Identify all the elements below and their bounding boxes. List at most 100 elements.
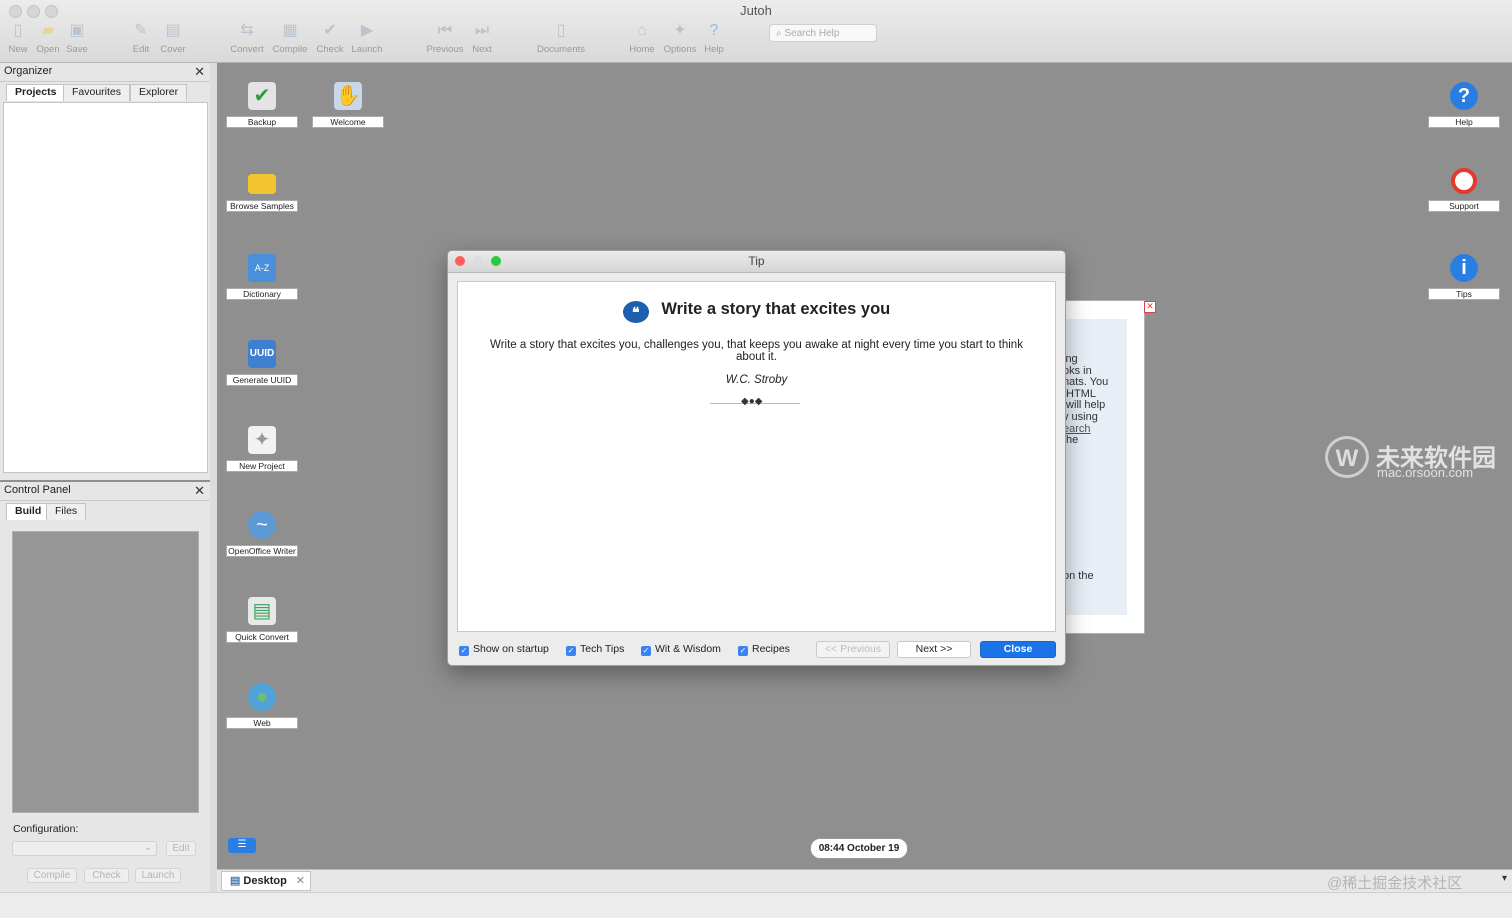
info-icon: i — [1450, 254, 1478, 282]
tab-list-dropdown[interactable]: ▾ — [1502, 873, 1507, 884]
desktop-icon-welcome[interactable]: ✋ Welcome — [312, 82, 384, 128]
app-title: Jutoh — [740, 3, 772, 18]
check-button[interactable]: Check — [84, 868, 129, 883]
desktop-icon-help[interactable]: ? Help — [1428, 82, 1500, 128]
desktop-icon-backup[interactable]: ✔ Backup — [226, 82, 298, 128]
desktop-icon-browse-samples[interactable]: Browse Samples — [226, 168, 298, 212]
toolbar-compile-button[interactable]: ▦ Compile — [268, 22, 312, 55]
checkmark-icon: ✓ — [641, 646, 651, 656]
check-icon: ✔ — [323, 22, 337, 39]
launch-button[interactable]: Launch — [135, 868, 181, 883]
checkmark-icon: ✓ — [738, 646, 748, 656]
close-icon[interactable]: ✕ — [194, 63, 205, 80]
background-welcome-window: ing oks in nats. You HTML will help y us… — [1060, 300, 1156, 634]
search-icon: ⌕ — [776, 28, 782, 39]
chevron-down-icon: ⌄ — [144, 842, 152, 852]
ornament-icon: ◆●◆ — [741, 396, 763, 407]
toolbar-help-button[interactable]: ? Help — [692, 22, 736, 55]
document-tab-bar: ▤ Desktop ✕ @稀土掘金技术社区 ▾ — [217, 869, 1512, 892]
tab-explorer[interactable]: Explorer — [130, 84, 188, 101]
background-window-content: ing oks in nats. You HTML will help y us… — [1061, 319, 1127, 615]
control-panel-tabs: Build Files — [0, 501, 210, 521]
desktop-icon-web[interactable]: ● Web — [226, 683, 298, 729]
handshake-icon: ✋ — [334, 82, 362, 110]
background-window-text: ing oks in nats. You HTML will help y us… — [1063, 353, 1109, 447]
projects-list[interactable] — [3, 102, 208, 473]
search-link[interactable]: earch — [1063, 423, 1091, 435]
previous-tip-button[interactable]: << Previous — [816, 641, 890, 658]
toolbar-convert-button[interactable]: ⇆ Convert — [225, 22, 269, 55]
backup-icon: ✔ — [248, 82, 276, 110]
tip-dialog: Tip ❝ Write a story that excites you Wri… — [447, 250, 1066, 666]
desktop-icon-support[interactable]: Support — [1428, 168, 1500, 212]
tab-files[interactable]: Files — [46, 503, 87, 520]
checkmark-icon: ✓ — [459, 646, 469, 656]
recipes-checkbox[interactable]: ✓ Recipes — [738, 643, 790, 656]
tip-dialog-titlebar: Tip — [448, 251, 1065, 273]
new-project-icon: ✦ — [248, 426, 276, 454]
organizer-header: Organizer ✕ — [0, 63, 210, 82]
watermark-url: mac.orsoon.com — [1377, 465, 1474, 480]
home-icon: ⌂ — [637, 22, 647, 39]
previous-icon: ⏮ — [437, 22, 453, 39]
background-window-text-end: on the — [1063, 570, 1094, 582]
tab-favourites[interactable]: Favourites — [63, 84, 131, 101]
organizer-tabs: Projects Favourites Explorer — [0, 82, 210, 102]
convert-icon: ⇆ — [240, 22, 254, 39]
lifebuoy-icon — [1451, 168, 1477, 194]
close-icon[interactable]: ✕ — [1144, 301, 1156, 313]
toolbar-next-button[interactable]: ⏭ Next — [460, 22, 504, 55]
watermark-credit: @稀土掘金技术社区 — [1327, 875, 1463, 892]
tip-content-area: ❝ Write a story that excites you Write a… — [457, 281, 1056, 632]
panel-splitter[interactable] — [210, 63, 217, 892]
tip-heading-row: ❝ Write a story that excites you — [458, 300, 1055, 323]
watermark-logo-icon: W — [1325, 436, 1369, 478]
toolbar-cover-button[interactable]: ▤ Cover — [151, 22, 195, 55]
dictionary-icon: A-Z — [248, 254, 276, 282]
desktop-icon-quick-convert[interactable]: ▤ Quick Convert — [226, 597, 298, 643]
help-icon: ? — [709, 22, 719, 39]
speech-bubble-icon: ❝ — [622, 301, 649, 323]
cover-icon: ▤ — [165, 22, 181, 39]
toolbar-documents-button[interactable]: ▯ Documents — [530, 22, 592, 55]
launch-icon: ▶ — [360, 22, 374, 39]
status-bar — [0, 892, 1512, 918]
folder-icon — [248, 174, 276, 194]
compile-button[interactable]: Compile — [27, 868, 77, 883]
desktop-icon-openoffice-writer[interactable]: ~ OpenOffice Writer — [226, 511, 298, 557]
tip-body: Write a story that excites you, challeng… — [490, 339, 1023, 363]
configuration-select[interactable]: ⌄ — [12, 841, 157, 856]
desktop-icon-generate-uuid[interactable]: UUID Generate UUID — [226, 340, 298, 386]
desktop-icon-new-project[interactable]: ✦ New Project — [226, 426, 298, 472]
control-panel: Control Panel ✕ Build Files Configuratio… — [0, 482, 211, 892]
uuid-icon: UUID — [248, 340, 276, 368]
toolbar-launch-button[interactable]: ▶ Launch — [345, 22, 389, 55]
help-icon: ? — [1450, 82, 1478, 110]
organizer-panel: Organizer ✕ Projects Favourites Explorer — [0, 63, 211, 480]
tech-tips-checkbox[interactable]: ✓ Tech Tips — [566, 643, 624, 656]
documents-icon: ▯ — [556, 22, 566, 39]
tip-author: W.C. Stroby — [725, 374, 788, 386]
close-icon[interactable]: ✕ — [296, 872, 305, 890]
close-icon[interactable]: ✕ — [194, 482, 205, 499]
tab-projects[interactable]: Projects — [6, 84, 66, 101]
desktop-icon-tips[interactable]: i Tips — [1428, 254, 1500, 300]
search-help-input[interactable]: ⌕ Search Help — [769, 24, 877, 42]
next-tip-button[interactable]: Next >> — [897, 641, 971, 658]
close-dialog-button[interactable]: Close — [980, 641, 1056, 658]
tip-dialog-title: Tip — [748, 254, 765, 268]
quick-convert-icon: ▤ — [248, 597, 276, 625]
build-output-area — [12, 531, 199, 813]
wit-wisdom-checkbox[interactable]: ✓ Wit & Wisdom — [641, 643, 721, 656]
toolbar-save-button[interactable]: ▣ Save — [55, 22, 99, 55]
tab-desktop[interactable]: ▤ Desktop ✕ — [221, 871, 311, 891]
desktop-icon-dictionary[interactable]: A-Z Dictionary — [226, 254, 298, 300]
compile-icon: ▦ — [282, 22, 298, 39]
tab-build[interactable]: Build — [6, 503, 51, 520]
save-icon: ▣ — [69, 22, 85, 39]
edit-configuration-button[interactable]: Edit — [166, 841, 196, 856]
next-icon: ⏭ — [474, 22, 490, 39]
desktop-menu-icon[interactable]: ☰ — [228, 838, 256, 853]
status-time: 08:44 October 19 — [810, 838, 908, 859]
show-on-startup-checkbox[interactable]: ✓ Show on startup — [459, 643, 549, 656]
